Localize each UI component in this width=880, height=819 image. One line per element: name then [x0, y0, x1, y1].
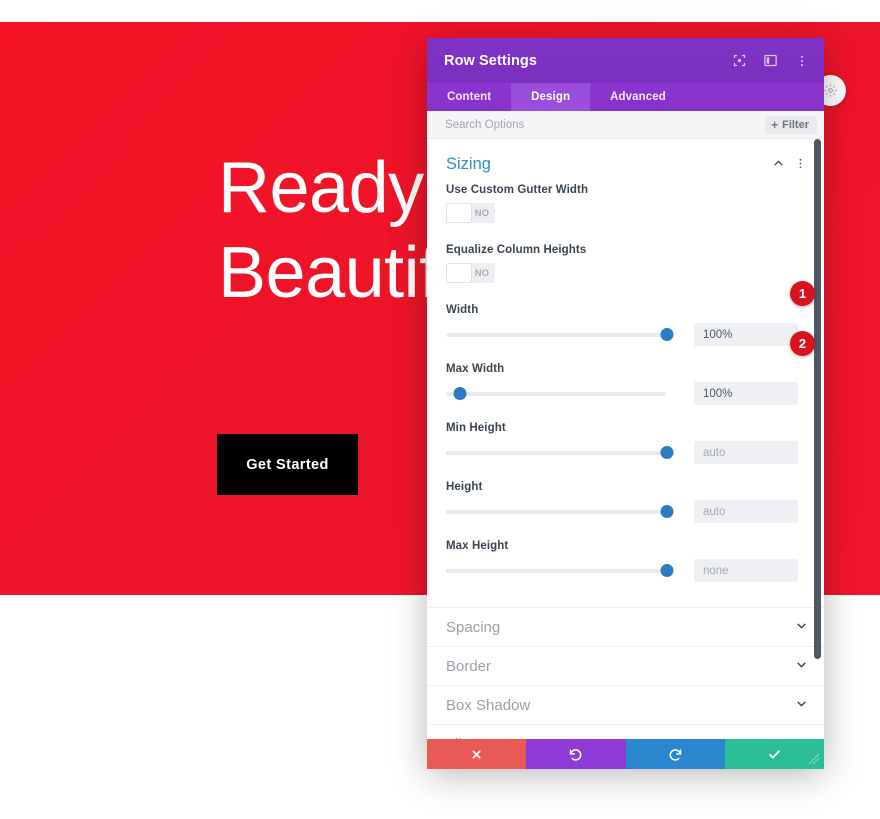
- chevron-down-icon[interactable]: [795, 619, 808, 635]
- field-label: Use Custom Gutter Width: [446, 184, 589, 196]
- value-min-height[interactable]: auto: [694, 441, 798, 464]
- panel-tabs: Content Design Advanced: [427, 83, 824, 111]
- slider-knob[interactable]: [660, 328, 674, 341]
- section-border[interactable]: Border: [427, 646, 824, 685]
- resize-grip-icon[interactable]: [808, 753, 822, 767]
- field-label: Width: [446, 304, 479, 316]
- search-input[interactable]: [445, 118, 766, 131]
- slider-row: auto: [446, 441, 805, 464]
- slider-knob[interactable]: [660, 564, 674, 577]
- section-box-shadow[interactable]: Box Shadow: [427, 685, 824, 724]
- field-height: Height auto: [427, 481, 824, 523]
- value-max-height[interactable]: none: [694, 559, 798, 582]
- options-list: Sizing Use Custom Gutter Width NO Equali…: [427, 139, 824, 739]
- section-sizing-title: Sizing: [446, 155, 491, 173]
- panel-header-icons: [731, 52, 810, 69]
- panel-body: Sizing Use Custom Gutter Width NO Equali…: [427, 139, 824, 739]
- chevron-up-icon[interactable]: [770, 157, 786, 173]
- layout-columns-icon[interactable]: [762, 52, 779, 69]
- tab-content[interactable]: Content: [427, 83, 511, 111]
- slider-min-height[interactable]: [446, 443, 676, 463]
- field-label: Max Width: [446, 363, 505, 375]
- cancel-button[interactable]: [427, 739, 527, 769]
- panel-title: Row Settings: [444, 52, 538, 69]
- undo-button[interactable]: [526, 739, 626, 769]
- toggle-knob: [447, 264, 471, 282]
- panel-header: Row Settings: [427, 38, 824, 83]
- field-label: Max Height: [446, 540, 509, 552]
- field-width: Width 100%: [427, 304, 824, 346]
- row-settings-panel: Row Settings Content Design Advanced Sea…: [427, 38, 824, 769]
- search-bar: + Filter: [427, 111, 824, 139]
- field-max-height: Max Height none: [427, 540, 824, 582]
- slider-knob[interactable]: [660, 505, 674, 518]
- slider-track: [446, 568, 666, 573]
- toggle-use-custom-gutter-width[interactable]: NO: [446, 203, 495, 223]
- filter-button-label: Filter: [782, 118, 809, 131]
- value-height[interactable]: auto: [694, 500, 798, 523]
- slider-knob[interactable]: [453, 387, 467, 400]
- slider-row: none: [446, 559, 805, 582]
- scrollbar-thumb[interactable]: [814, 139, 821, 659]
- filter-button[interactable]: + Filter: [765, 115, 817, 134]
- section-spacing[interactable]: Spacing: [427, 607, 824, 646]
- screen: Ready to Beautiful Get Started Row Setti…: [0, 0, 880, 819]
- field-equalize-column-heights: Equalize Column Heights NO: [427, 244, 824, 283]
- panel-scrollbar[interactable]: [814, 139, 821, 739]
- redo-button[interactable]: [625, 739, 725, 769]
- slider-track: [446, 509, 666, 514]
- slider-track: [446, 332, 666, 337]
- slider-row: 100%: [446, 323, 805, 346]
- section-filters[interactable]: Filters: [427, 724, 824, 739]
- slider-row: auto: [446, 500, 805, 523]
- section-title: Spacing: [446, 618, 501, 636]
- tab-advanced[interactable]: Advanced: [590, 83, 686, 111]
- field-label: Height: [446, 481, 483, 493]
- get-started-button[interactable]: Get Started: [217, 434, 358, 495]
- save-button[interactable]: [724, 739, 824, 769]
- slider-height[interactable]: [446, 502, 676, 522]
- more-options-icon[interactable]: [793, 52, 810, 69]
- tab-design[interactable]: Design: [511, 83, 591, 111]
- callout-badge-1: 1: [790, 281, 815, 306]
- focus-target-icon[interactable]: [731, 52, 748, 69]
- slider-width[interactable]: [446, 325, 676, 345]
- slider-max-height[interactable]: [446, 561, 676, 581]
- toggle-state-label: NO: [474, 207, 489, 219]
- section-sizing-header[interactable]: Sizing: [427, 139, 824, 184]
- chevron-down-icon[interactable]: [795, 736, 808, 739]
- slider-track: [446, 391, 666, 396]
- plus-icon: +: [771, 117, 779, 132]
- field-use-custom-gutter-width: Use Custom Gutter Width NO: [427, 184, 824, 223]
- toggle-knob: [447, 204, 471, 222]
- section-title: Filters: [446, 736, 795, 740]
- value-width[interactable]: 100%: [694, 323, 798, 346]
- section-more-options-icon[interactable]: [792, 157, 808, 173]
- callout-badge-2: 2: [790, 331, 815, 356]
- field-label: Min Height: [446, 422, 506, 434]
- field-max-width: Max Width 100%: [427, 363, 824, 405]
- value-max-width[interactable]: 100%: [694, 382, 798, 405]
- toggle-state-label: NO: [474, 267, 489, 279]
- section-title: Box Shadow: [446, 696, 531, 714]
- chevron-down-icon[interactable]: [795, 697, 808, 713]
- section-title: Border: [446, 657, 492, 675]
- slider-knob[interactable]: [660, 446, 674, 459]
- slider-row: 100%: [446, 382, 805, 405]
- toggle-equalize-column-heights[interactable]: NO: [446, 263, 495, 283]
- panel-footer: [427, 739, 824, 769]
- field-label: Equalize Column Heights: [446, 244, 587, 256]
- chevron-down-icon[interactable]: [795, 658, 808, 674]
- slider-track: [446, 450, 666, 455]
- slider-max-width[interactable]: [446, 384, 676, 404]
- field-min-height: Min Height auto: [427, 422, 824, 464]
